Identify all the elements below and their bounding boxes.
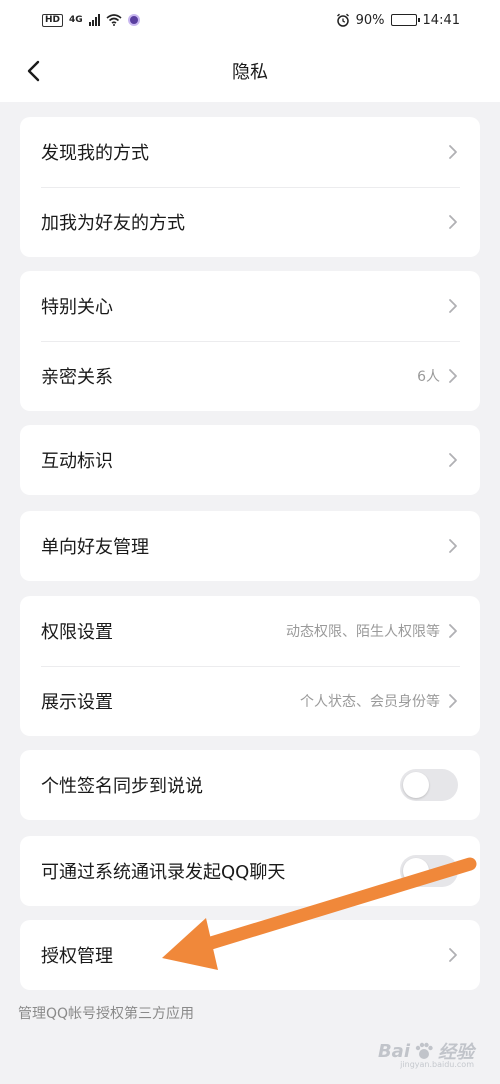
settings-row-label: 互动标识 [41, 451, 113, 472]
app-notification-icon [127, 14, 140, 26]
settings-row-label: 亲密关系 [41, 367, 113, 388]
settings-row-label: 权限设置 [41, 622, 113, 643]
toggle-switch[interactable] [400, 769, 458, 801]
auth-footnote: 管理QQ帐号授权第三方应用 [18, 1006, 195, 1022]
settings-row-label: 单向好友管理 [41, 537, 149, 558]
chevron-right-icon [449, 624, 457, 638]
paw-icon [415, 1042, 433, 1059]
chevron-right-icon [449, 299, 457, 313]
alarm-icon [336, 13, 349, 27]
settings-card: 发现我的方式加我为好友的方式 [20, 117, 480, 257]
chevron-right-icon [449, 145, 457, 159]
settings-row-label: 展示设置 [41, 692, 113, 713]
toggle-switch[interactable] [400, 855, 458, 887]
chevron-right-icon [449, 694, 457, 708]
settings-row-label: 加我为好友的方式 [41, 213, 185, 234]
settings-row-label: 授权管理 [41, 946, 113, 967]
hd-badge: HD [42, 13, 64, 27]
network-type: 4G [69, 15, 83, 25]
baidu-watermark: Bai 经验 jingyan.baidu.com [377, 1038, 474, 1070]
settings-row[interactable]: 个性签名同步到说说 [20, 750, 480, 820]
settings-row[interactable]: 授权管理 [20, 920, 480, 990]
settings-row[interactable]: 加我为好友的方式 [20, 187, 480, 257]
settings-card: 个性签名同步到说说 [20, 750, 480, 820]
settings-row-hint: 个人状态、会员身份等 [300, 694, 440, 710]
status-bar: HD 4G 90% 14:41 [0, 0, 500, 40]
chevron-left-icon[interactable] [24, 59, 44, 83]
settings-row-label: 个性签名同步到说说 [41, 776, 203, 797]
settings-row[interactable]: 互动标识 [20, 425, 480, 495]
navigation-bar: 隐私 [0, 40, 500, 102]
settings-card: 授权管理 [20, 920, 480, 990]
watermark-url: jingyan.baidu.com [400, 1060, 474, 1069]
settings-row[interactable]: 单向好友管理 [20, 511, 480, 581]
settings-row[interactable]: 可通过系统通讯录发起QQ聊天 [20, 836, 480, 906]
settings-card: 互动标识 [20, 425, 480, 495]
chevron-right-icon [449, 539, 457, 553]
battery-icon [390, 14, 420, 26]
settings-row[interactable]: 亲密关系 6人 [20, 341, 480, 411]
status-time: 14:41 [422, 12, 460, 28]
toggle-knob [403, 858, 429, 884]
settings-card: 权限设置 动态权限、陌生人权限等展示设置 个人状态、会员身份等 [20, 596, 480, 736]
wifi-icon [106, 14, 122, 26]
battery-percent: 90% [355, 12, 385, 28]
page-title: 隐私 [232, 62, 268, 83]
settings-card: 特别关心亲密关系 6人 [20, 271, 480, 411]
settings-row-hint: 6人 [417, 369, 440, 385]
settings-row-label: 特别关心 [41, 297, 113, 318]
settings-row[interactable]: 权限设置 动态权限、陌生人权限等 [20, 596, 480, 666]
settings-card: 单向好友管理 [20, 511, 480, 581]
settings-row[interactable]: 发现我的方式 [20, 117, 480, 187]
toggle-knob [403, 772, 429, 798]
settings-row[interactable]: 展示设置 个人状态、会员身份等 [20, 666, 480, 736]
settings-row[interactable]: 特别关心 [20, 271, 480, 341]
settings-card: 可通过系统通讯录发起QQ聊天 [20, 836, 480, 906]
chevron-right-icon [449, 948, 457, 962]
settings-row-label: 发现我的方式 [41, 143, 149, 164]
watermark-brand: Bai [377, 1040, 410, 1062]
chevron-right-icon [449, 453, 457, 467]
signal-icon [88, 14, 100, 26]
chevron-right-icon [449, 215, 457, 229]
settings-row-hint: 动态权限、陌生人权限等 [286, 624, 440, 640]
settings-row-label: 可通过系统通讯录发起QQ聊天 [41, 862, 286, 883]
chevron-right-icon [449, 369, 457, 383]
